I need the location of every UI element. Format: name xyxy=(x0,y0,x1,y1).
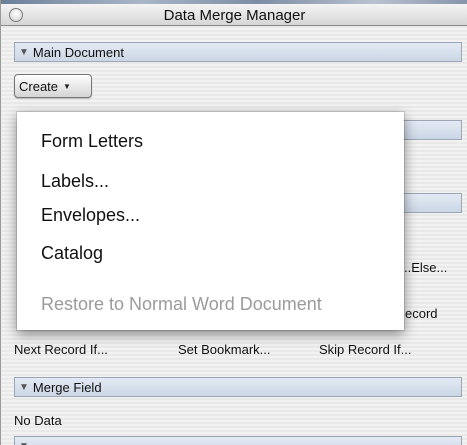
title-bar[interactable]: Data Merge Manager xyxy=(1,4,467,26)
menu-item-catalog[interactable]: Catalog xyxy=(41,243,103,264)
hidden-section-field-2 xyxy=(403,193,462,213)
disclosure-triangle-down-icon[interactable]: ▼ xyxy=(19,441,29,445)
next-section-header-partial[interactable]: ▼ xyxy=(14,436,462,445)
data-merge-manager-window: Data Merge Manager ▼ Main Document Creat… xyxy=(0,0,467,445)
create-button[interactable]: Create ▼ xyxy=(14,74,92,98)
merge-field-section-header[interactable]: ▼ Merge Field xyxy=(14,377,462,397)
create-dropdown-menu: Form Letters Labels... Envelopes... Cata… xyxy=(17,112,404,330)
menu-item-form-letters[interactable]: Form Letters xyxy=(41,131,143,152)
main-document-header-label: Main Document xyxy=(32,44,124,60)
skip-record-if-button[interactable]: Skip Record If... xyxy=(319,342,411,357)
merge-field-status: No Data xyxy=(14,413,62,428)
disclosure-triangle-down-icon[interactable]: ▼ xyxy=(19,382,29,393)
create-button-label: Create xyxy=(19,78,59,94)
menu-item-restore-normal: Restore to Normal Word Document xyxy=(41,294,322,314)
merge-field-header-label: Merge Field xyxy=(32,379,102,395)
dropdown-caret-icon: ▼ xyxy=(63,81,71,91)
menu-item-labels[interactable]: Labels... xyxy=(41,171,109,192)
set-bookmark-button[interactable]: Set Bookmark... xyxy=(178,342,270,357)
main-document-section-header[interactable]: ▼ Main Document xyxy=(14,42,462,62)
record-button-fragment[interactable]: ecord xyxy=(405,306,438,321)
else-button-fragment[interactable]: ..Else... xyxy=(404,260,447,275)
next-record-if-button[interactable]: Next Record If... xyxy=(14,342,108,357)
window-title: Data Merge Manager xyxy=(163,7,306,24)
menu-item-envelopes[interactable]: Envelopes... xyxy=(41,205,140,226)
hidden-section-field-1 xyxy=(403,120,462,140)
disclosure-triangle-down-icon[interactable]: ▼ xyxy=(19,47,29,58)
